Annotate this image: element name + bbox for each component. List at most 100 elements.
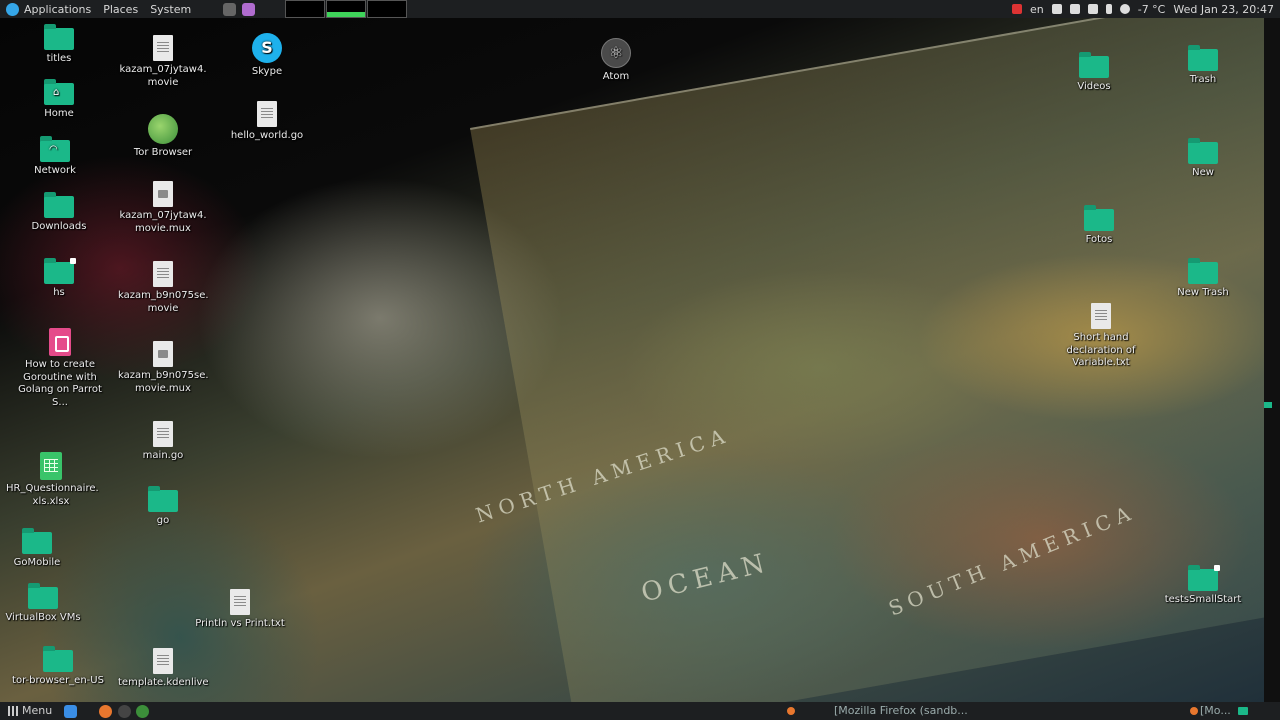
media-file-icon [153,341,173,367]
desktop-icon-label: Tor Browser [133,147,193,158]
text-file-icon [230,589,250,615]
places-menu[interactable]: Places [97,0,144,18]
desktop-icon-goroutine-doc[interactable]: How to create Goroutine with Golang on P… [10,328,110,409]
show-desktop-icon[interactable] [64,705,77,718]
menu-grid-icon[interactable] [8,706,18,716]
clock[interactable]: Wed Jan 23, 20:47 [1173,3,1274,16]
desktop-icon-label: kazam_b9n075se. movie.mux [118,370,209,394]
lock-icon [1214,565,1220,571]
desktop-icon-videos[interactable]: Videos [1049,52,1139,94]
desktop-icon-label: hello_world.go [230,130,304,141]
cpu-monitor-graph[interactable] [285,0,325,18]
settings-launcher-icon[interactable] [118,705,131,718]
file-icon [153,421,173,447]
system-menu-label: System [150,2,192,16]
desktop-icon-label: New Trash [1177,287,1229,298]
desktop-icon-tor-browser[interactable]: Tor Browser [118,114,208,160]
desktop-icon-label: How to create Goroutine with Golang on P… [18,359,102,408]
edge-indicator [1264,402,1272,408]
weather-temperature[interactable]: -7 °C [1138,3,1166,16]
network-monitor-graph[interactable] [367,0,407,18]
home-folder-icon: ⌂ [44,79,74,105]
desktop-icon-label: Downloads [31,221,87,232]
text-file-icon [1091,303,1111,329]
app-launcher-icon[interactable] [242,2,256,16]
folder-icon [22,528,52,554]
folder-icon [28,583,58,609]
desktop-icon-shorthand-txt[interactable]: Short hand declaration of Variable.txt [1056,303,1146,370]
applications-menu[interactable]: Applications [0,0,97,18]
desktop-icon-atom[interactable]: ⚛ Atom [571,38,661,84]
lock-icon [70,258,76,264]
workspace-icon[interactable] [1238,707,1248,715]
flag-icon [1011,4,1022,14]
desktop-icon-label: testsSmallStart [1164,594,1242,605]
desktop-icon-label: Atom [602,71,630,82]
memory-monitor-graph[interactable] [326,0,366,18]
desktop-icon-downloads[interactable]: Downloads [14,192,104,234]
desktop-icon-template-kdenlive[interactable]: template.kdenlive [118,648,209,690]
desktop-icon-kazam-1-mux[interactable]: kazam_07jytaw4. movie.mux [118,181,208,235]
desktop-icon-hr-questionnaire[interactable]: HR_Questionnaire. xls.xlsx [6,452,99,508]
desktop-icon-tests-small-start[interactable]: testsSmallStart [1158,565,1248,607]
file-icon [257,101,277,127]
applications-menu-label: Applications [24,2,92,16]
folder-icon [1084,205,1114,231]
desktop-icon-hs[interactable]: hs [14,258,104,300]
desktop-icon-label: Network [34,165,76,176]
firefox-task-icon-2 [1190,707,1198,715]
desktop-icon-titles[interactable]: titles [14,24,104,66]
desktop-icon-label: Fotos [1085,234,1113,245]
desktop-icon-skype[interactable]: S Skype [222,33,312,79]
desktop-icon-label: go [156,515,170,526]
tor-launcher-icon[interactable] [136,705,149,718]
desktop-icon-trash[interactable]: Trash [1158,45,1248,87]
desktop-icon-label: tor-browser_en-US [12,675,104,686]
desktop-icon-label: GoMobile [13,557,61,568]
desktop-icon-go[interactable]: go [118,486,208,528]
volume-icon[interactable] [1051,4,1062,14]
desktop-icon-kazam-1[interactable]: kazam_07jytaw4. movie [118,35,208,89]
folder-icon [43,646,73,672]
desktop-icon-fotos[interactable]: Fotos [1054,205,1144,247]
parrot-logo-icon [6,2,19,16]
terminal-launcher-icon[interactable] [223,2,237,16]
wifi-icon[interactable] [1087,4,1098,14]
desktop-icon-label: HR_Questionnaire. xls.xlsx [6,483,99,507]
task-right[interactable]: [Mo... [1200,704,1231,718]
system-menu[interactable]: System [144,0,197,18]
desktop-icon-hello-world-go[interactable]: hello_world.go [222,101,312,143]
bluetooth-icon[interactable] [1069,4,1080,14]
desktop-icon-gomobile[interactable]: GoMobile [0,528,82,570]
desktop-icon-label: hs [53,287,65,298]
desktop-icon-new-trash[interactable]: New Trash [1158,258,1248,300]
desktop-icon-network[interactable]: ◠ Network [10,136,100,178]
desktop-icon-kazam-2[interactable]: kazam_b9n075se. movie [118,261,209,315]
top-panel: Applications Places System en -7 °C Wed … [0,0,1280,18]
weather-icon [1119,4,1130,14]
desktop-icon-virtualbox-vms[interactable]: VirtualBox VMs [0,583,88,625]
file-icon [153,648,173,674]
desktop-icon-label: template.kdenlive [118,677,209,688]
keyboard-layout[interactable]: en [1030,3,1044,16]
menu-label[interactable]: Menu [22,704,52,717]
desktop-icon-label: VirtualBox VMs [5,612,81,623]
desktop-icon-main-go[interactable]: main.go [118,421,208,463]
desktop-icon-label: kazam_07jytaw4. movie [119,64,207,88]
file-icon [153,261,173,287]
skype-icon: S [252,33,282,63]
folder-icon [1188,258,1218,284]
desktop-icon-home[interactable]: ⌂ Home [14,79,104,121]
desktop-icon-tor-browser-folder[interactable]: tor-browser_en-US [8,646,108,688]
desktop-icon-kazam-2-mux[interactable]: kazam_b9n075se. movie.mux [118,341,209,395]
desktop-icon-println-txt[interactable]: Println vs Print.txt [195,589,285,631]
firefox-launcher-icon[interactable] [99,705,112,718]
battery-icon[interactable] [1105,4,1112,14]
document-icon [49,328,71,356]
firefox-task-icon [787,707,795,715]
desktop-icon-new[interactable]: New [1158,138,1248,180]
folder-icon [1079,52,1109,78]
locked-folder-icon [1188,565,1220,591]
downloads-folder-icon [44,192,74,218]
task-firefox[interactable]: [Mozilla Firefox (sandb... [834,704,968,718]
